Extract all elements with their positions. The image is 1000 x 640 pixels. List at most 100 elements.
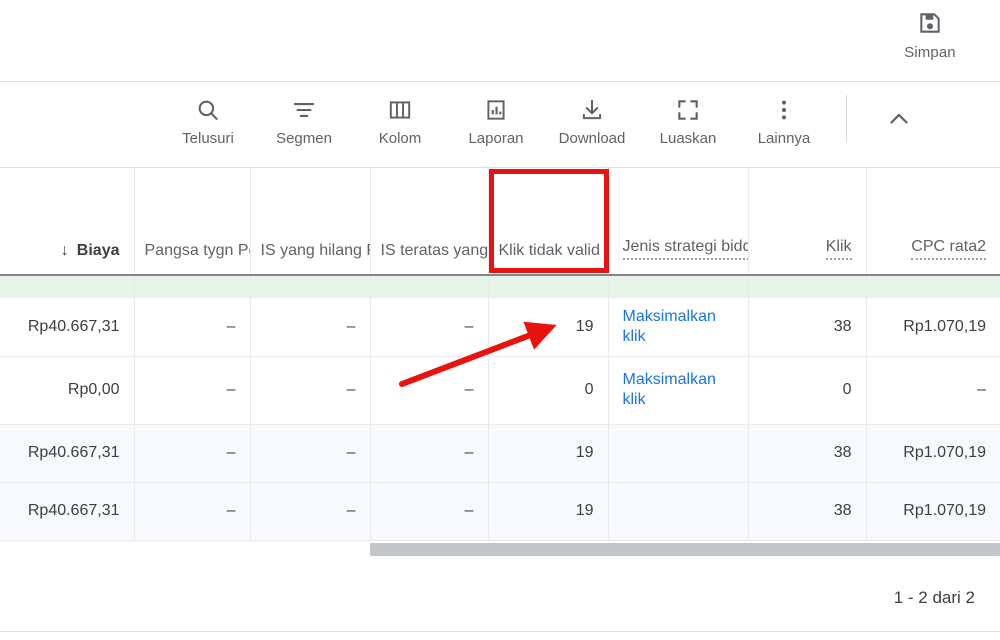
table-header-row: ↓ Biaya Pangsa tygn Penelusuran IS yang h…: [0, 168, 1000, 276]
summary-band-cell: [866, 275, 1000, 298]
cell-cpc-rata2: Rp1.070,19: [866, 482, 1000, 541]
cell-is-teratas-anggaran: –: [370, 298, 489, 357]
toolbar-label-laporan: Laporan: [468, 130, 524, 147]
cell-is-hilang-peringkat: –: [250, 424, 371, 483]
cell-biaya: Rp40.667,31: [0, 424, 135, 483]
summary-band-cell: [250, 275, 371, 298]
toolbar-item-laporan[interactable]: Laporan: [448, 83, 544, 147]
table-row[interactable]: Rp0,00 – – – 0 Maksimalkan klik 0 –: [0, 356, 1000, 425]
data-table-container[interactable]: ↓ Biaya Pangsa tygn Penelusuran IS yang h…: [0, 168, 1000, 543]
bidding-strategy-link[interactable]: Maksimalkan klik: [623, 370, 727, 410]
expand-icon: [675, 93, 701, 127]
summary-band-cell: [748, 275, 867, 298]
top-bar: Simpan: [0, 0, 1000, 82]
cell-biaya: Rp40.667,31: [0, 298, 135, 357]
bidding-strategy-link[interactable]: Maksimalkan klik: [623, 307, 727, 347]
toolbar-label-segmen: Segmen: [276, 130, 332, 147]
cell-jenis-strategi-bidding[interactable]: Maksimalkan klik: [608, 356, 749, 425]
column-header-is-teratas-label: IS teratas yang hilang Penelusuran (angg…: [380, 242, 488, 259]
cell-is-teratas-anggaran: –: [370, 356, 489, 425]
cell-klik: 38: [748, 482, 867, 541]
toolbar-label-lainnya: Lainnya: [757, 130, 811, 147]
cell-biaya: Rp0,00: [0, 356, 135, 425]
toolbar-label-kolom: Kolom: [378, 130, 422, 147]
cell-klik-tidak-valid: 19: [488, 424, 609, 483]
summary-band-row: [0, 275, 1000, 298]
column-header-klik-tidak-valid-label: Klik tidak valid: [498, 242, 600, 259]
toolbar-label-luaskan: Luaskan: [659, 130, 717, 147]
column-header-klik-tidak-valid[interactable]: Klik tidak valid: [488, 168, 609, 276]
table-footer: 1 - 2 dari 2: [0, 556, 1000, 632]
summary-band-cell: [0, 275, 135, 298]
cell-is-teratas-anggaran: –: [370, 424, 489, 483]
toolbar-item-download[interactable]: Download: [544, 83, 640, 147]
save-icon: [917, 6, 943, 40]
columns-icon: [387, 93, 413, 127]
cell-jenis-strategi-bidding: [608, 424, 749, 483]
column-header-biaya[interactable]: ↓ Biaya: [0, 168, 135, 276]
cell-cpc-rata2: –: [866, 356, 1000, 425]
horizontal-scrollbar-thumb[interactable]: [370, 543, 1000, 556]
toolbar-divider: [846, 95, 847, 143]
cell-klik: 38: [748, 298, 867, 357]
column-header-is-hilang-peringkat[interactable]: IS yang hilang Penelusuran (peringkat): [250, 168, 371, 276]
cell-jenis-strategi-bidding[interactable]: Maksimalkan klik: [608, 298, 749, 357]
table-toolbar: Telusuri Segmen Kolom Laporan Download L…: [0, 83, 1000, 168]
column-header-cpc-label: CPC rata2: [911, 237, 986, 260]
cell-pangsa: –: [134, 482, 251, 541]
segment-icon: [291, 93, 317, 127]
column-header-klik[interactable]: Klik: [748, 168, 867, 276]
cell-is-hilang-peringkat: –: [250, 298, 371, 357]
save-button[interactable]: Simpan: [882, 6, 978, 74]
column-header-is-hilang-peringkat-label: IS yang hilang Penelusuran (peringkat): [260, 242, 370, 259]
chevron-up-icon: [885, 105, 913, 138]
cell-jenis-strategi-bidding: [608, 482, 749, 541]
toolbar-item-luaskan[interactable]: Luaskan: [640, 83, 736, 147]
toolbar-label-download: Download: [558, 130, 626, 147]
app-root: Simpan Telusuri Segmen Kolom Laporan Dow…: [0, 0, 1000, 640]
toolbar-item-telusuri[interactable]: Telusuri: [160, 83, 256, 147]
more-vert-icon: [771, 93, 797, 127]
arrow-down-icon: ↓: [60, 242, 69, 259]
column-header-klik-label: Klik: [825, 237, 852, 260]
cell-klik-tidak-valid: 19: [488, 298, 609, 357]
cell-biaya: Rp40.667,31: [0, 482, 135, 541]
toolbar-item-segmen[interactable]: Segmen: [256, 83, 352, 147]
download-icon: [579, 93, 605, 127]
summary-band-cell: [134, 275, 251, 298]
cell-cpc-rata2: Rp1.070,19: [866, 424, 1000, 483]
cell-pangsa: –: [134, 356, 251, 425]
cell-klik-tidak-valid: 0: [488, 356, 609, 425]
report-chart-icon: [483, 93, 509, 127]
column-header-pangsa-tayang-penelusuran[interactable]: Pangsa tygn Penelusuran: [134, 168, 251, 276]
toolbar-collapse-button[interactable]: [873, 83, 925, 138]
toolbar-label-telusuri: Telusuri: [182, 130, 234, 147]
cell-is-hilang-peringkat: –: [250, 356, 371, 425]
column-header-biaya-label: Biaya: [76, 242, 120, 259]
summary-band-cell: [488, 275, 609, 298]
cell-klik: 0: [748, 356, 867, 425]
table-body: Rp40.667,31 – – – 19 Maksimalkan klik 38…: [0, 275, 1000, 541]
table-total-row: Rp40.667,31 – – – 19 38 Rp1.070,19: [0, 482, 1000, 541]
table-total-row: Rp40.667,31 – – – 19 38 Rp1.070,19: [0, 424, 1000, 483]
cell-cpc-rata2: Rp1.070,19: [866, 298, 1000, 357]
summary-band-cell: [370, 275, 489, 298]
cell-is-teratas-anggaran: –: [370, 482, 489, 541]
column-header-jenis-strategi-label: Jenis strategi bidding: [622, 237, 747, 260]
column-header-jenis-strategi-bidding[interactable]: Jenis strategi bidding: [608, 168, 749, 276]
column-header-cpc-rata2[interactable]: CPC rata2: [866, 168, 1000, 276]
save-button-label: Simpan: [904, 44, 956, 61]
table-header: ↓ Biaya Pangsa tygn Penelusuran IS yang h…: [0, 168, 1000, 276]
toolbar-item-kolom[interactable]: Kolom: [352, 83, 448, 147]
toolbar-item-lainnya[interactable]: Lainnya: [736, 83, 832, 147]
table-row[interactable]: Rp40.667,31 – – – 19 Maksimalkan klik 38…: [0, 298, 1000, 357]
cell-is-hilang-peringkat: –: [250, 482, 371, 541]
summary-band-cell: [608, 275, 749, 298]
cell-pangsa: –: [134, 298, 251, 357]
cell-klik: 38: [748, 424, 867, 483]
search-icon: [195, 93, 221, 127]
column-header-is-teratas-hilang-anggaran[interactable]: IS teratas yang hilang Penelusuran (angg…: [370, 168, 489, 276]
cell-klik-tidak-valid: 19: [488, 482, 609, 541]
pagination-label: 1 - 2 dari 2: [893, 588, 975, 607]
data-table: ↓ Biaya Pangsa tygn Penelusuran IS yang h…: [0, 168, 1000, 541]
